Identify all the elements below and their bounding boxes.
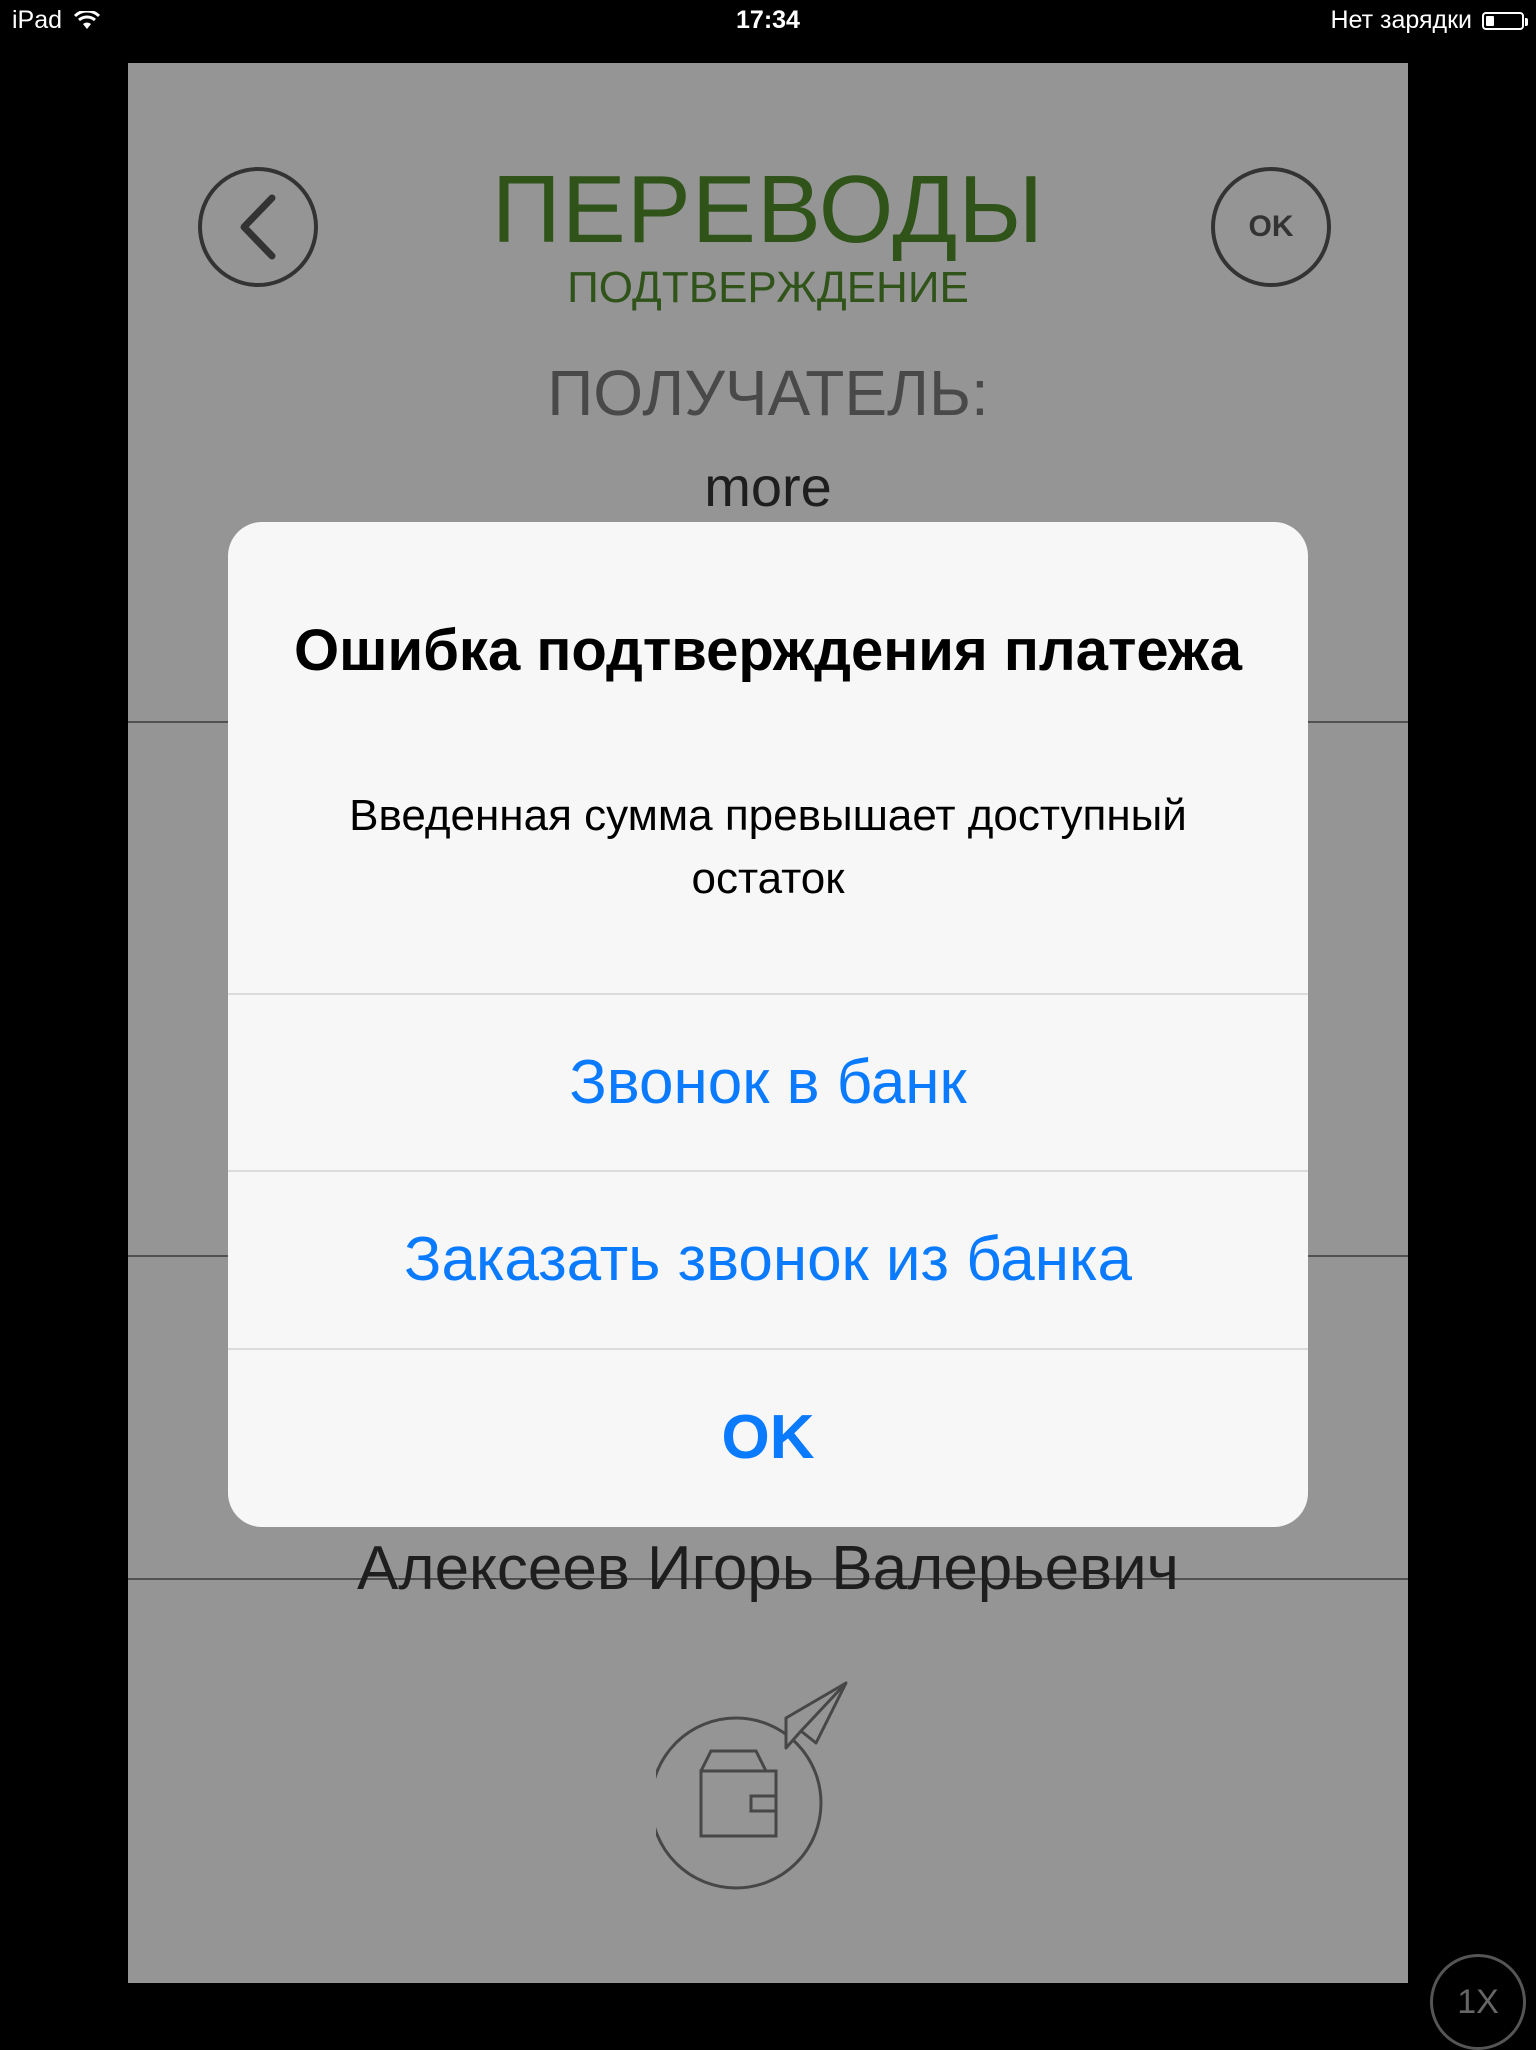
request-callback-button[interactable]: Заказать звонок из банка <box>228 1170 1308 1347</box>
alert-message: Введенная сумма превышает доступный оста… <box>349 791 1187 903</box>
call-bank-button[interactable]: Звонок в банк <box>228 993 1308 1170</box>
battery-icon <box>1482 11 1528 30</box>
alert-title: Ошибка подтверждения платежа <box>293 618 1243 683</box>
status-bar-right: Нет зарядки <box>1330 6 1528 35</box>
charging-status: Нет зарядки <box>1330 6 1472 34</box>
status-bar: iPad 17:34 Нет зарядки <box>0 0 1536 42</box>
zoom-button[interactable]: 1X <box>1430 1954 1526 2050</box>
alert-dialog: Ошибка подтверждения платежа Введенная с… <box>228 522 1308 1527</box>
alert-ok-button[interactable]: OK <box>228 1348 1308 1525</box>
status-time: 17:34 <box>736 6 800 34</box>
